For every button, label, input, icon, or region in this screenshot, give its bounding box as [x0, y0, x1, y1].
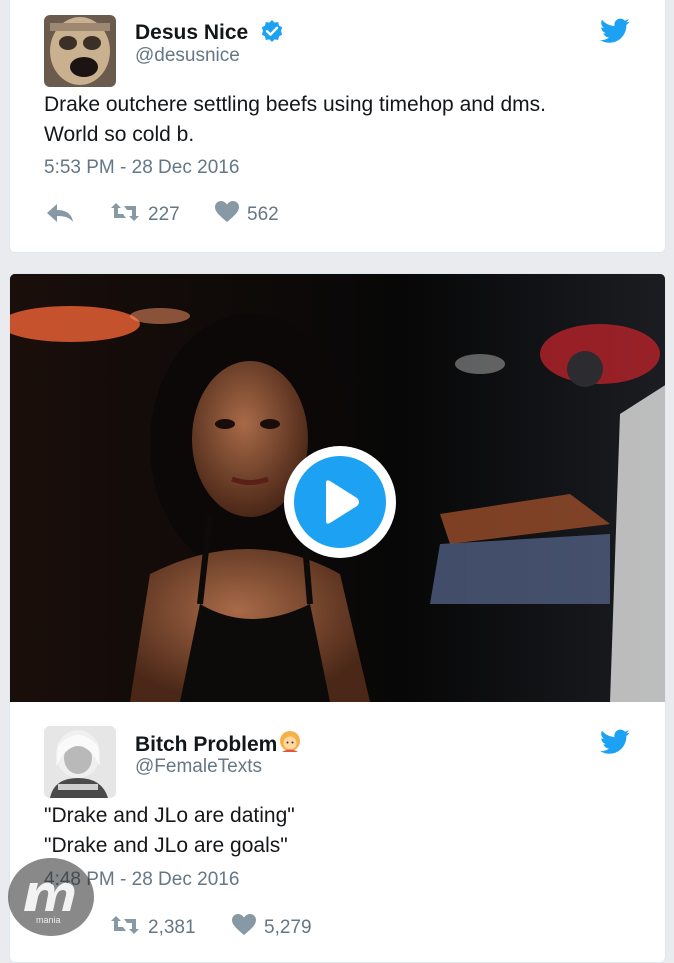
- play-button[interactable]: [284, 446, 396, 558]
- video-player[interactable]: [10, 274, 665, 702]
- user-handle[interactable]: @FemaleTexts: [135, 756, 262, 778]
- heart-icon: [215, 201, 239, 229]
- retweet-icon: [110, 202, 140, 228]
- avatar[interactable]: [44, 15, 116, 87]
- svg-text:mania: mania: [36, 915, 61, 925]
- watermark-logo: mania: [8, 858, 94, 936]
- retweet-count: 227: [148, 204, 180, 225]
- user-handle[interactable]: @desusnice: [135, 45, 240, 67]
- verified-badge-icon: [260, 19, 284, 49]
- twitter-bird-icon[interactable]: [600, 18, 630, 44]
- tweet-card-desus: Desus Nice @desusnice Drake outchere set…: [9, 0, 666, 253]
- like-count: 562: [247, 204, 279, 225]
- woman-emoji-icon: [278, 730, 302, 760]
- tweet-text: Drake outchere settling beefs using time…: [44, 93, 546, 146]
- like-button[interactable]: 5,279: [232, 914, 312, 942]
- like-button[interactable]: 562: [215, 201, 279, 229]
- tweet-card-femaletexts: Bitch Problem @FemaleTexts "Drake and JL…: [9, 273, 666, 963]
- like-count: 5,279: [264, 917, 312, 938]
- twitter-bird-icon[interactable]: [600, 729, 630, 755]
- play-icon: [294, 456, 386, 548]
- retweet-count: 2,381: [148, 917, 196, 938]
- avatar[interactable]: [44, 726, 116, 798]
- reply-button[interactable]: [46, 203, 74, 229]
- reply-icon: [46, 203, 74, 229]
- tweet-text: "Drake and JLo are dating" "Drake and JL…: [44, 804, 295, 857]
- heart-icon: [232, 914, 256, 942]
- retweet-button[interactable]: 227: [110, 202, 180, 228]
- retweet-button[interactable]: 2,381: [110, 915, 196, 941]
- retweet-icon: [110, 915, 140, 941]
- tweet-timestamp[interactable]: 5:53 PM - 28 Dec 2016: [44, 157, 239, 179]
